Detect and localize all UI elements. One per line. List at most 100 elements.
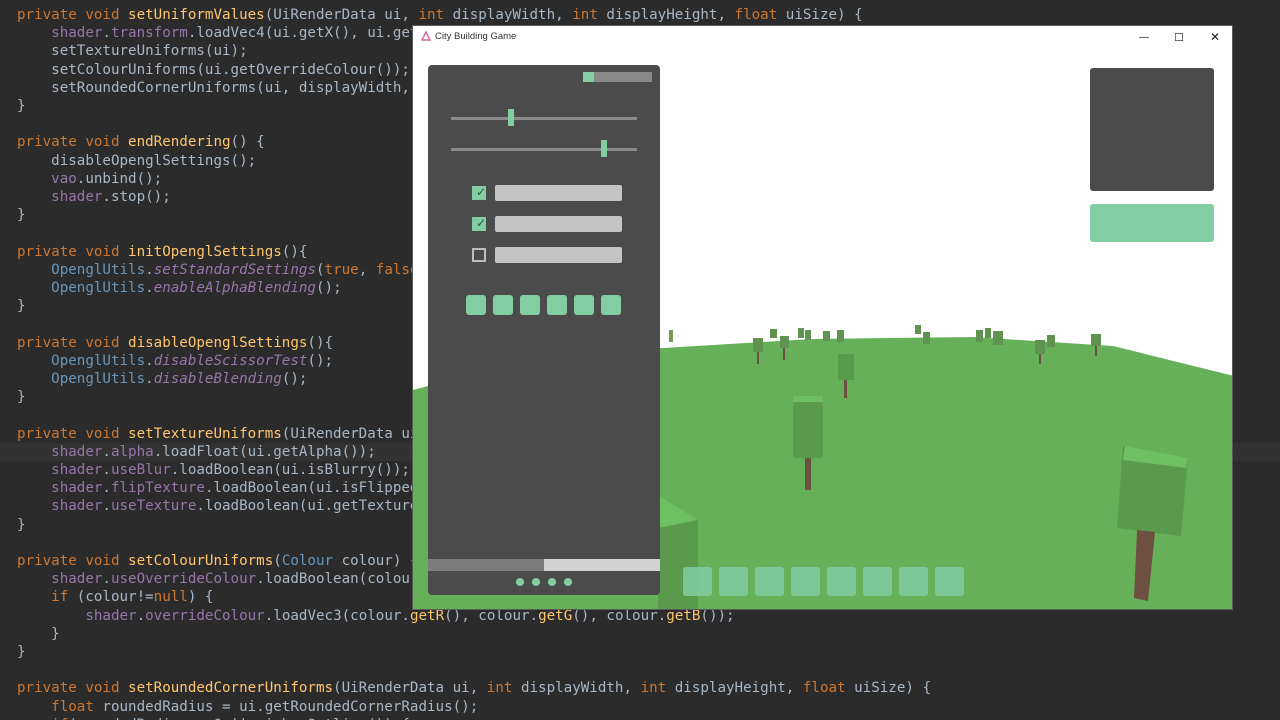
code-token: shader [51, 462, 103, 478]
code-token: .loadVec3(colour. [264, 607, 410, 624]
code-token: shader [51, 480, 103, 497]
color-swatch[interactable] [547, 295, 567, 315]
checkbox-row-3[interactable] [472, 247, 622, 263]
checkbox[interactable]: ✓ [472, 185, 486, 200]
color-swatch[interactable] [493, 295, 513, 315]
page-dot[interactable] [564, 578, 572, 586]
code-line: private void setUniformValues(UiRenderDa… [0, 6, 1280, 24]
hotbar-slot[interactable] [791, 567, 820, 596]
hotbar-slot[interactable] [683, 567, 712, 596]
page-dot[interactable] [548, 578, 556, 586]
code-token: true [324, 261, 359, 278]
code-token: .loadBoolean(ui.getTexture [196, 498, 419, 515]
color-swatch[interactable] [520, 295, 540, 315]
color-swatch-row [466, 295, 626, 315]
code-token: OpenglUtils [51, 371, 146, 387]
code-token: } [17, 625, 60, 642]
page-indicator [516, 578, 576, 588]
code-token: .stop(); [102, 189, 171, 205]
code-token: } [17, 389, 26, 406]
code-token: overrideColour [145, 607, 265, 624]
settings-panel: ✓ ✓ [428, 65, 660, 595]
code-token: .loadVec4(ui.getX(), ui.getY [187, 25, 428, 42]
slider-thumb[interactable] [507, 109, 514, 126]
code-token: setRoundedCornerUniforms(ui, displayWidt… [17, 79, 419, 96]
code-token: } [17, 98, 26, 114]
code-token: alpha [110, 443, 154, 460]
code-token: setTextureUniforms(ui); [17, 43, 248, 60]
code-token: initOpenglSettings [128, 243, 282, 260]
close-button[interactable]: ✕ [1198, 26, 1232, 48]
window-title: City Building Game [435, 31, 517, 42]
code-token: useOverrideColour [110, 571, 257, 588]
color-swatch[interactable] [574, 295, 594, 315]
horizontal-scrollbar[interactable] [428, 559, 660, 571]
slider-track [451, 148, 637, 151]
preview-panel [1090, 68, 1214, 191]
checkbox[interactable] [472, 248, 486, 262]
hotbar-slot[interactable] [719, 567, 748, 596]
code-token: } [17, 644, 26, 660]
checkbox-row-1[interactable]: ✓ [472, 185, 622, 201]
color-swatch[interactable] [601, 295, 621, 315]
checkbox-row-2[interactable]: ✓ [472, 216, 622, 232]
minimize-button[interactable]: — [1127, 26, 1161, 48]
code-token: displayWidth, [452, 7, 573, 23]
checkbox-label-placeholder [495, 247, 622, 263]
hotbar-slot[interactable] [827, 567, 856, 596]
code-token: . [145, 261, 154, 278]
code-token: .loadBoolean(ui.isBlurry()); [170, 462, 410, 478]
code-token: . [102, 25, 111, 42]
code-token: OpenglUtils [51, 352, 146, 369]
checkbox-label-placeholder [495, 185, 622, 201]
code-token: private void [17, 243, 129, 260]
code-token: int [572, 7, 607, 23]
code-token: (UiRenderData ui, [264, 7, 419, 23]
hotbar-slot[interactable] [863, 567, 892, 596]
window-titlebar[interactable]: City Building Game — ☐ ✕ [413, 26, 1232, 48]
code-token: int [640, 680, 675, 697]
code-token: int [418, 7, 453, 23]
slider-1[interactable] [451, 109, 637, 127]
code-line: } [0, 625, 1280, 643]
page-dot[interactable] [532, 578, 540, 586]
code-token: uiSize) { [785, 7, 863, 23]
code-token: useBlur [110, 462, 171, 478]
code-token: shader [51, 571, 103, 588]
code-token: setRoundedCornerUniforms [128, 680, 334, 697]
code-token: . [102, 480, 111, 497]
color-swatch[interactable] [466, 295, 486, 315]
action-button[interactable] [1090, 204, 1214, 242]
code-token: private void [17, 425, 129, 442]
code-token: setColourUniforms(ui.getOverrideColour()… [17, 61, 410, 78]
code-token: setColourUniforms [128, 553, 274, 569]
maximize-button[interactable]: ☐ [1162, 26, 1196, 48]
code-token: private void [17, 134, 129, 151]
scrollbar-thumb[interactable] [428, 559, 544, 571]
code-token: useTexture [110, 498, 197, 515]
code-line: float roundedRadius = ui.getRoundedCorne… [0, 698, 1280, 716]
code-token: flipTexture [110, 480, 205, 497]
code-token: displayHeight, [606, 7, 735, 23]
checkbox[interactable]: ✓ [472, 216, 486, 231]
code-token: displayWidth, [520, 680, 641, 697]
slider-thumb[interactable] [600, 140, 607, 157]
hotbar-slot[interactable] [755, 567, 784, 596]
code-token: roundedRadius = ui.getRoundedCornerRadiu… [102, 698, 479, 715]
progress-bar-fill [583, 72, 595, 82]
code-token: setUniformValues [128, 7, 265, 23]
slider-2[interactable] [451, 140, 637, 158]
code-token: disableBlending [153, 371, 282, 387]
game-window[interactable]: City Building Game — ☐ ✕ ✓ ✓ [412, 25, 1233, 610]
page-dot[interactable] [516, 578, 524, 586]
hotbar-slot[interactable] [899, 567, 928, 596]
code-token: private void [17, 680, 129, 697]
hotbar-slot[interactable] [935, 567, 964, 596]
code-token: (UiRenderData ui [281, 425, 419, 442]
triangle-app-icon [421, 31, 431, 41]
